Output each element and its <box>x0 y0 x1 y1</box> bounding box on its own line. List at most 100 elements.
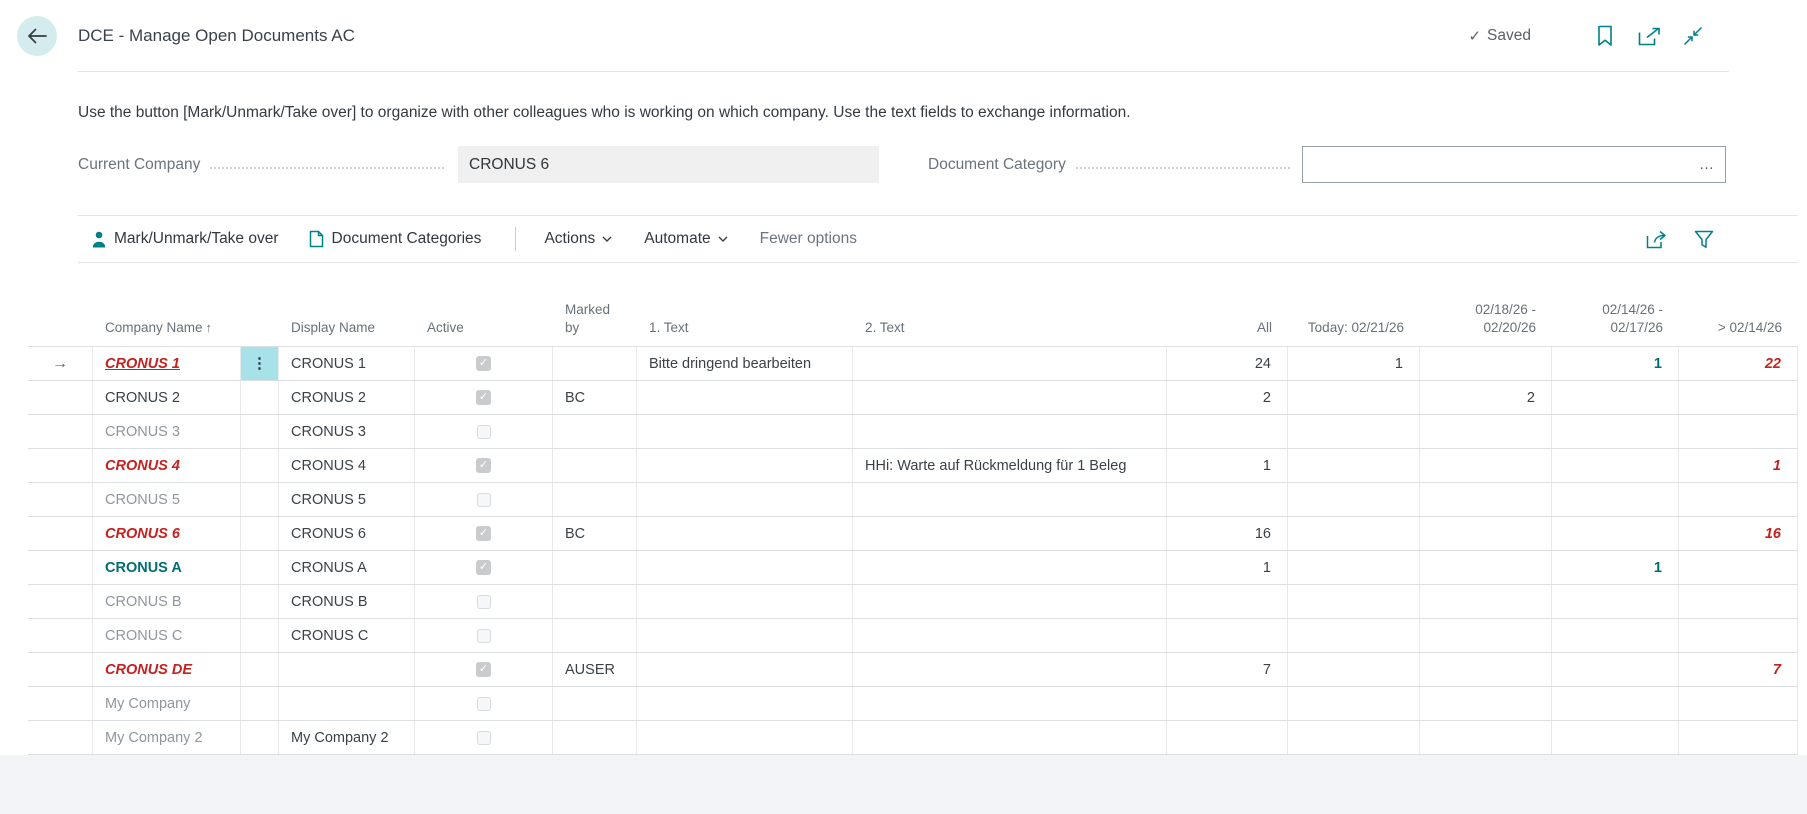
company-name-link[interactable]: CRONUS 6 <box>105 526 180 542</box>
column-header-all[interactable]: All <box>1167 290 1288 346</box>
actions-menu[interactable]: Actions <box>544 230 612 248</box>
cell-name[interactable]: CRONUS B <box>93 585 241 618</box>
cell-today[interactable] <box>1288 653 1420 686</box>
cell-text2[interactable] <box>853 483 1167 516</box>
cell-marked[interactable] <box>553 347 637 380</box>
table-row[interactable]: CRONUS 6 CRONUS 6 BC 16 16 <box>28 517 1798 551</box>
active-checkbox-checked[interactable] <box>476 662 491 677</box>
company-name-link[interactable]: CRONUS 5 <box>105 492 180 508</box>
table-row[interactable]: My Company 2 My Company 2 <box>28 721 1798 755</box>
back-button[interactable] <box>17 16 57 56</box>
cell-text1[interactable] <box>637 415 853 448</box>
cell-marked[interactable] <box>553 721 637 754</box>
active-checkbox-checked[interactable] <box>476 458 491 473</box>
cell-marked[interactable] <box>553 483 637 516</box>
table-row[interactable]: CRONUS B CRONUS B <box>28 585 1798 619</box>
cell-text2[interactable] <box>853 585 1167 618</box>
cell-text2[interactable]: HHi: Warte auf Rückmeldung für 1 Beleg <box>853 449 1167 482</box>
cell-all[interactable] <box>1167 585 1288 618</box>
cell-marked[interactable] <box>553 415 637 448</box>
cell-menu[interactable] <box>241 721 279 754</box>
cell-name[interactable]: CRONUS 3 <box>93 415 241 448</box>
table-row[interactable]: CRONUS C CRONUS C <box>28 619 1798 653</box>
cell-r2[interactable]: 1 <box>1552 551 1679 584</box>
cell-r2[interactable] <box>1552 415 1679 448</box>
company-name-link[interactable]: CRONUS 4 <box>105 458 180 474</box>
active-checkbox-unchecked[interactable] <box>476 424 491 439</box>
cell-display[interactable]: CRONUS 1 <box>279 347 415 380</box>
cell-gt[interactable]: 7 <box>1679 653 1798 686</box>
cell-text1[interactable]: Bitte dringend bearbeiten <box>637 347 853 380</box>
cell-name[interactable]: My Company <box>93 687 241 720</box>
cell-gt[interactable] <box>1679 585 1798 618</box>
cell-gt[interactable] <box>1679 687 1798 720</box>
table-row[interactable]: CRONUS 3 CRONUS 3 <box>28 415 1798 449</box>
bookmark-icon[interactable] <box>1583 16 1627 56</box>
cell-name[interactable]: CRONUS A <box>93 551 241 584</box>
cell-text1[interactable] <box>637 517 853 550</box>
cell-r1[interactable] <box>1420 721 1552 754</box>
cell-text1[interactable] <box>637 483 853 516</box>
cell-menu[interactable] <box>241 653 279 686</box>
cell-active[interactable] <box>415 619 553 652</box>
table-row[interactable]: CRONUS 2 CRONUS 2 BC 2 2 <box>28 381 1798 415</box>
cell-r2[interactable] <box>1552 585 1679 618</box>
cell-today[interactable]: 1 <box>1288 347 1420 380</box>
company-name-link[interactable]: CRONUS 2 <box>105 390 180 406</box>
cell-display[interactable]: My Company 2 <box>279 721 415 754</box>
table-row[interactable]: My Company <box>28 687 1798 721</box>
cell-marked[interactable] <box>553 449 637 482</box>
cell-marked[interactable]: BC <box>553 381 637 414</box>
cell-name[interactable]: CRONUS C <box>93 619 241 652</box>
cell-text1[interactable] <box>637 653 853 686</box>
cell-name[interactable]: CRONUS 2 <box>93 381 241 414</box>
collapse-icon[interactable] <box>1671 16 1715 56</box>
cell-today[interactable] <box>1288 381 1420 414</box>
cell-all[interactable] <box>1167 483 1288 516</box>
cell-r1[interactable] <box>1420 415 1552 448</box>
cell-text1[interactable] <box>637 619 853 652</box>
cell-all[interactable]: 1 <box>1167 449 1288 482</box>
row-menu-dots-icon[interactable]: ⋮ <box>252 356 267 371</box>
cell-gt[interactable]: 22 <box>1679 347 1798 380</box>
column-header-text2[interactable]: 2. Text <box>853 290 1167 346</box>
cell-today[interactable] <box>1288 551 1420 584</box>
cell-active[interactable] <box>415 347 553 380</box>
active-checkbox-unchecked[interactable] <box>476 594 491 609</box>
cell-today[interactable] <box>1288 619 1420 652</box>
document-categories-button[interactable]: Document Categories <box>309 230 481 248</box>
cell-r1[interactable] <box>1420 347 1552 380</box>
table-row[interactable]: CRONUS A CRONUS A 1 1 <box>28 551 1798 585</box>
cell-menu[interactable]: ⋮ <box>241 347 279 380</box>
cell-display[interactable]: CRONUS 5 <box>279 483 415 516</box>
cell-r2[interactable] <box>1552 687 1679 720</box>
column-header-display[interactable]: Display Name <box>279 290 415 346</box>
cell-menu[interactable] <box>241 381 279 414</box>
cell-all[interactable] <box>1167 415 1288 448</box>
company-name-link[interactable]: CRONUS 1 <box>105 356 180 372</box>
cell-active[interactable] <box>415 585 553 618</box>
table-row[interactable]: → CRONUS 1 ⋮ CRONUS 1 Bitte dringend bearbei… <box>28 347 1798 381</box>
cell-r2[interactable] <box>1552 619 1679 652</box>
cell-gt[interactable]: 1 <box>1679 449 1798 482</box>
fewer-options-button[interactable]: Fewer options <box>760 230 857 248</box>
cell-active[interactable] <box>415 483 553 516</box>
cell-menu[interactable] <box>241 619 279 652</box>
cell-gt[interactable] <box>1679 721 1798 754</box>
cell-r2[interactable] <box>1552 449 1679 482</box>
cell-r1[interactable] <box>1420 585 1552 618</box>
cell-marked[interactable] <box>553 687 637 720</box>
cell-active[interactable] <box>415 449 553 482</box>
cell-today[interactable] <box>1288 585 1420 618</box>
cell-r1[interactable] <box>1420 483 1552 516</box>
cell-text2[interactable] <box>853 381 1167 414</box>
cell-all[interactable]: 1 <box>1167 551 1288 584</box>
cell-all[interactable]: 7 <box>1167 653 1288 686</box>
cell-marked[interactable]: AUSER <box>553 653 637 686</box>
cell-text1[interactable] <box>637 585 853 618</box>
cell-active[interactable] <box>415 653 553 686</box>
cell-display[interactable] <box>279 653 415 686</box>
cell-menu[interactable] <box>241 415 279 448</box>
cell-active[interactable] <box>415 551 553 584</box>
cell-r2[interactable] <box>1552 517 1679 550</box>
